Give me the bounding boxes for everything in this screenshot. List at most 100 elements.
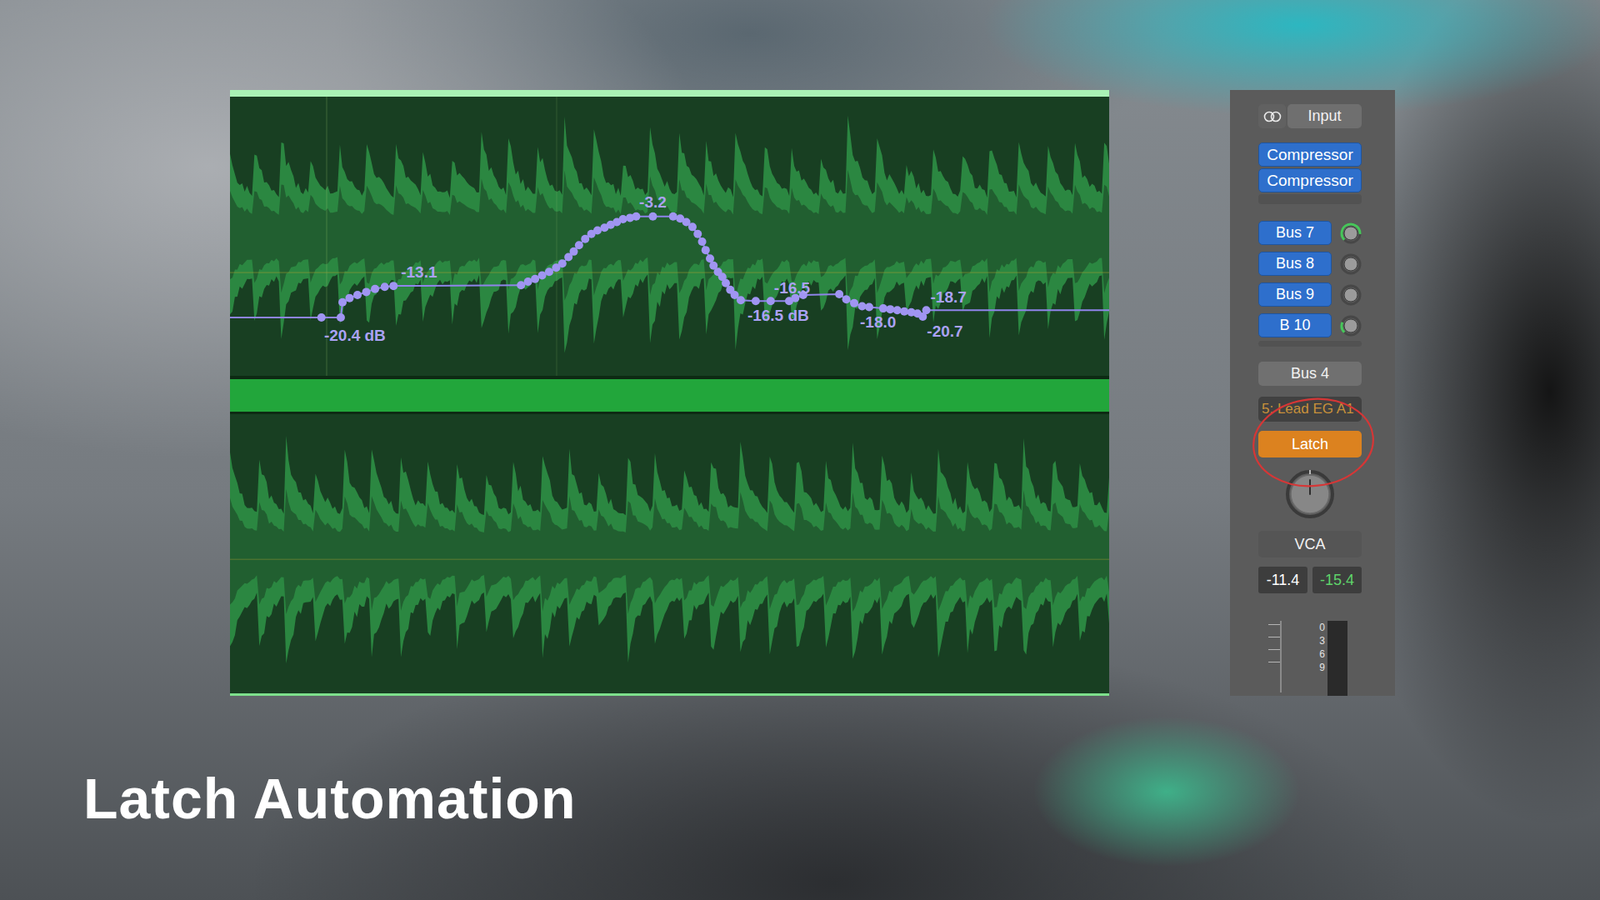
send-level-knob[interactable] <box>1340 315 1362 337</box>
automation-value-label: -16.5 <box>774 279 811 297</box>
automation-point[interactable] <box>380 282 390 291</box>
automation-point[interactable] <box>835 290 844 299</box>
meter-scale-label: 3 <box>1319 634 1325 648</box>
level-readout: -15.4 <box>1312 566 1362 594</box>
fader-tick <box>1268 649 1280 650</box>
meter-scale-label: 9 <box>1319 660 1325 675</box>
fader-meter-area: 0369 <box>1258 620 1362 696</box>
level-readout: -11.4 <box>1258 566 1308 594</box>
level-readouts: -11.4-15.4 <box>1258 566 1362 594</box>
background-photo: -20.4 dB-13.1-3.2-16.5-16.5 dB-18.0-18.7… <box>0 0 1600 900</box>
automation-point[interactable] <box>558 259 567 268</box>
automation-value-label: -20.4 dB <box>324 326 386 345</box>
waveform-peak <box>230 115 1110 354</box>
automation-point[interactable] <box>900 307 909 316</box>
automation-point[interactable] <box>336 313 345 322</box>
automation-point[interactable] <box>865 303 874 312</box>
fader-scale[interactable] <box>1261 620 1282 693</box>
send-level-knob[interactable] <box>1340 253 1362 275</box>
automation-value-label: -20.7 <box>926 322 963 340</box>
meter-scale: 0369 <box>1313 620 1325 675</box>
automation-point[interactable] <box>858 302 867 311</box>
waveform-rms <box>230 170 1110 301</box>
automation-point[interactable] <box>766 296 775 305</box>
automation-point[interactable] <box>631 212 640 221</box>
region-name-bar[interactable] <box>230 379 1110 412</box>
audio-region[interactable]: -20.4 dB-13.1-3.2-16.5-16.5 dB-18.0-18.7… <box>230 90 1110 696</box>
automation-mode-button[interactable]: Latch <box>1258 430 1362 458</box>
send-button[interactable]: Bus 9 <box>1258 282 1332 307</box>
meter-scale-label: 0 <box>1319 620 1325 635</box>
automation-point[interactable] <box>648 212 657 221</box>
send-button[interactable]: Bus 8 <box>1258 251 1332 276</box>
region-footer <box>230 693 1110 696</box>
automation-point[interactable] <box>922 305 931 315</box>
send-level-knob[interactable] <box>1340 284 1362 306</box>
automation-value-label: -18.0 <box>860 313 896 331</box>
stereo-link-icon <box>1263 110 1282 123</box>
caption-title: Latch Automation <box>83 770 1600 827</box>
fader-tick <box>1268 661 1280 663</box>
empty-send-slot[interactable] <box>1258 340 1362 347</box>
automation-point[interactable] <box>885 305 895 314</box>
automation-point[interactable] <box>850 299 859 308</box>
meter-scale-label: 6 <box>1319 647 1325 661</box>
vca-slot[interactable]: VCA <box>1258 530 1362 558</box>
pan-knob-wrap <box>1258 469 1362 520</box>
empty-plugin-slot[interactable] <box>1258 194 1362 205</box>
send-button[interactable]: B 10 <box>1258 313 1332 338</box>
automation-point[interactable] <box>545 267 554 276</box>
gain-line <box>230 559 1110 560</box>
plugin-slot[interactable]: Compressor <box>1258 168 1362 193</box>
automation-value-label: -16.5 dB <box>747 306 810 325</box>
send-row: Bus 9 <box>1258 282 1362 307</box>
gain-line <box>230 272 1110 274</box>
grid-line <box>556 96 558 376</box>
send-row: Bus 7 <box>1258 220 1362 245</box>
plugin-slot[interactable]: Compressor <box>1258 142 1362 167</box>
output-slot[interactable]: Bus 4 <box>1258 361 1362 386</box>
input-row: Input <box>1258 104 1362 129</box>
plugin-slots: CompressorCompressor <box>1258 142 1362 205</box>
automation-point[interactable] <box>701 245 710 255</box>
left-channel-lane: -20.4 dB-13.1-3.2-16.5-16.5 dB-18.0-18.7… <box>230 96 1110 376</box>
waveform-peak <box>230 435 1110 664</box>
right-channel-lane <box>230 414 1110 694</box>
level-meter <box>1327 620 1348 696</box>
automation-point[interactable] <box>317 313 326 322</box>
automation-point[interactable] <box>751 296 760 305</box>
channel-strip: Input CompressorCompressor Bus 7 Bus 8 B… <box>1230 90 1395 696</box>
automation-point[interactable] <box>698 237 707 246</box>
automation-line[interactable] <box>230 216 1110 318</box>
send-row: B 10 <box>1258 313 1362 338</box>
stereo-link-button[interactable] <box>1258 104 1286 129</box>
send-level-knob[interactable] <box>1340 222 1362 245</box>
automation-point[interactable] <box>736 295 745 305</box>
automation-point[interactable] <box>353 290 362 300</box>
automation-point[interactable] <box>370 285 380 294</box>
send-slots: Bus 7 Bus 8 Bus 9 B 10 <box>1258 220 1362 338</box>
automation-point[interactable] <box>693 230 702 239</box>
automation-mode-wrap: Latch <box>1258 430 1362 458</box>
fader-tick <box>1268 624 1280 625</box>
send-button[interactable]: Bus 7 <box>1258 220 1332 245</box>
input-slot[interactable]: Input <box>1287 104 1362 129</box>
automation-point[interactable] <box>879 304 888 313</box>
automation-point[interactable] <box>688 222 697 231</box>
channel-divider <box>230 411 1110 415</box>
automation-value-label: -13.1 <box>400 263 438 281</box>
waveform-rms <box>230 489 1110 615</box>
automation-point[interactable] <box>669 212 678 221</box>
fader-tick <box>1268 636 1280 638</box>
automation-point[interactable] <box>575 240 584 250</box>
automation-point[interactable] <box>345 294 354 303</box>
automation-point[interactable] <box>338 298 347 307</box>
region-header <box>230 90 1110 97</box>
waveform-left: -20.4 dB-13.1-3.2-16.5-16.5 dB-18.0-18.7… <box>230 96 1110 376</box>
automation-point[interactable] <box>362 287 371 296</box>
pan-knob[interactable] <box>1285 469 1335 520</box>
send-row: Bus 8 <box>1258 251 1362 276</box>
automation-point[interactable] <box>619 215 628 224</box>
automation-point[interactable] <box>389 281 398 290</box>
automation-point[interactable] <box>842 295 851 304</box>
